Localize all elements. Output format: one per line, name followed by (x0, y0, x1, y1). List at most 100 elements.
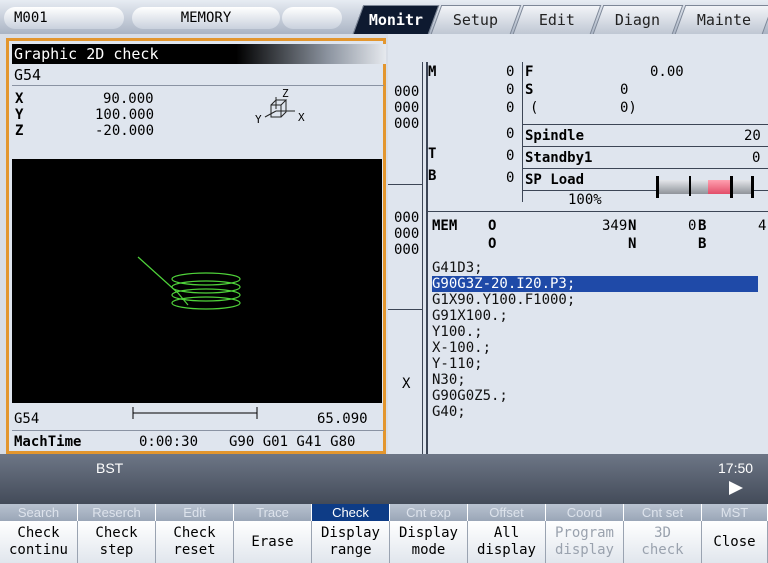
m-label: M (428, 64, 437, 80)
menu-head-trace: Trace (234, 504, 312, 521)
axis-z-value: -20.000 (95, 123, 155, 139)
operation-mode: MEMORY (132, 7, 280, 29)
b-label: B (428, 168, 437, 184)
next-page-icon[interactable] (729, 481, 743, 495)
bst-label: BST (96, 460, 124, 476)
clock: 17:50 (718, 460, 754, 476)
mach-time-label: MachTime (14, 434, 82, 450)
axis-icon-y: Y (255, 113, 262, 126)
m-value: 0 (506, 126, 515, 142)
axis-z-label: Z (15, 123, 24, 139)
menu-head-offset: Offset (468, 504, 546, 521)
spload-bar (656, 174, 754, 198)
menu-head-cnt-set: Cnt set (624, 504, 702, 521)
tab-edit[interactable]: Edit (512, 5, 602, 34)
left-col-value: 000 (394, 116, 420, 132)
3d-check-button[interactable]: 3D check (624, 521, 702, 563)
graphic-canvas[interactable] (12, 159, 382, 403)
menu-head-mst: MST (702, 504, 768, 521)
top-status-bar: M001 MEMORY Monitr Setup Edit Diagn Main… (0, 0, 768, 34)
axis-icon-z: Z (282, 87, 289, 100)
program-line[interactable]: G91X100.; (432, 308, 768, 324)
menu-head-edit: Edit (156, 504, 234, 521)
program-line[interactable]: G40; (432, 404, 768, 420)
s-label: S (525, 82, 534, 98)
tool-path-trace (137, 256, 241, 310)
b-value: 0 (506, 170, 515, 186)
menu-bar: Search Reserch Edit Trace Check Cnt exp … (0, 504, 768, 563)
menu-head-cnt-exp: Cnt exp (390, 504, 468, 521)
axis-x-value: 90.000 (103, 91, 154, 107)
check-continu-button[interactable]: Check continu (0, 521, 78, 563)
program-line-current[interactable]: G90G3Z-20.I20.P3; (432, 276, 758, 292)
standby-label: Standby1 (525, 150, 593, 166)
tab-diagn[interactable]: Diagn (592, 5, 684, 34)
menu-head-reserch: Reserch (78, 504, 156, 521)
program-line[interactable]: X-100.; (432, 340, 768, 356)
close-button[interactable]: Close (702, 521, 768, 563)
n-label: N (628, 218, 637, 234)
m-value: 0 (506, 64, 515, 80)
erase-button[interactable]: Erase (234, 521, 312, 563)
spindle-label: Spindle (525, 128, 585, 144)
status-slot (282, 7, 342, 29)
program-line[interactable]: G1X90.Y100.F1000; (432, 292, 768, 308)
paren-open: ( (530, 100, 539, 116)
f-value: 0.00 (650, 64, 684, 80)
left-col-value: 000 (394, 100, 420, 116)
t-value: 0 (506, 148, 515, 164)
axis-icon-x: X (298, 111, 305, 124)
program-display-button[interactable]: Program display (546, 521, 624, 563)
display-mode-button[interactable]: Display mode (390, 521, 468, 563)
program-listing[interactable]: G41D3; G90G3Z-20.I20.P3; G1X90.Y100.F100… (432, 260, 768, 420)
left-col-value: 000 (394, 242, 420, 258)
graphic-title: Graphic 2D check (12, 44, 386, 64)
graphic-check-panel: Graphic 2D check G54 X Y Z 90.000 100.00… (6, 38, 386, 454)
axis-orientation-icon: Z X Y (255, 87, 305, 126)
mode-code: M001 (4, 7, 124, 29)
o-value: 349 (602, 218, 628, 234)
monitor-panel: 000 000 000 000 000 000 X M T B 0 0 0 0 … (388, 34, 768, 454)
o-label-2: O (488, 236, 497, 252)
program-line[interactable]: G90G0Z5.; (432, 388, 768, 404)
display-range-button[interactable]: Display range (312, 521, 390, 563)
b2-label: B (698, 218, 707, 234)
spindle-value: 20 (744, 128, 761, 144)
left-col-axis: X (402, 376, 411, 392)
tab-mainte[interactable]: Mainte (674, 5, 768, 34)
n-label-2: N (628, 236, 637, 252)
f-label: F (525, 64, 534, 80)
check-step-button[interactable]: Check step (78, 521, 156, 563)
left-col-value: 000 (394, 210, 420, 226)
axis-y-value: 100.000 (95, 107, 155, 123)
tab-setup[interactable]: Setup (430, 5, 522, 34)
left-col-value: 000 (394, 226, 420, 242)
bottom-wcs: G54 (14, 411, 40, 427)
standby-value: 0 (752, 150, 761, 166)
m-value: 0 (506, 82, 515, 98)
all-display-button[interactable]: All display (468, 521, 546, 563)
spload-label: SP Load (525, 172, 585, 188)
mach-time-value: 0:00:30 (139, 434, 199, 450)
axis-y-label: Y (15, 107, 24, 123)
wcs-label: G54 (14, 66, 42, 84)
check-reset-button[interactable]: Check reset (156, 521, 234, 563)
menu-head-search: Search (0, 504, 78, 521)
menu-head-coord: Coord (546, 504, 624, 521)
b2-value: 4 (758, 218, 767, 234)
menu-head-check: Check (312, 504, 390, 521)
scale-bar (132, 407, 258, 419)
program-line[interactable]: Y-110; (432, 356, 768, 372)
program-line[interactable]: N30; (432, 372, 768, 388)
s-value: 0 (620, 82, 629, 98)
bst-bar: BST 17:50 (0, 454, 768, 504)
spload-percent: 100% (568, 192, 602, 208)
m-value: 0 (506, 100, 515, 116)
o-label: O (488, 218, 497, 234)
n-value: 0 (688, 218, 697, 234)
program-line[interactable]: Y100.; (432, 324, 768, 340)
program-line[interactable]: G41D3; (432, 260, 768, 276)
scale-value: 65.090 (317, 411, 368, 427)
b2-label-2: B (698, 236, 707, 252)
tab-monitor[interactable]: Monitr (352, 5, 440, 34)
